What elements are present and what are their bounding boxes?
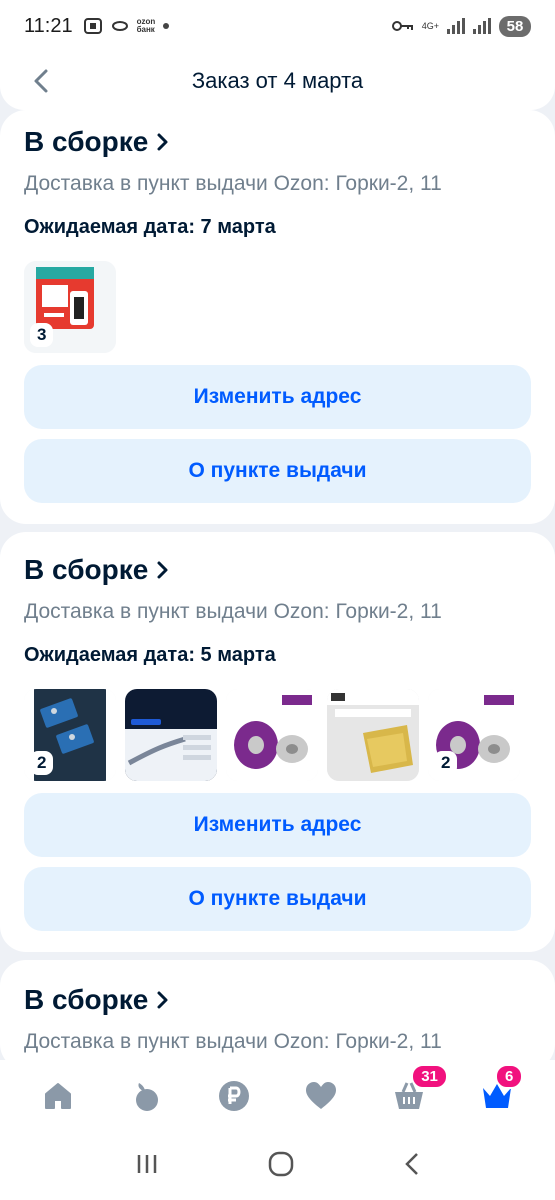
- ozon-bank-line2: банк: [136, 25, 155, 34]
- home-icon: [44, 1083, 71, 1109]
- pickup-point-info-button[interactable]: О пункте выдачи: [24, 439, 531, 503]
- item-quantity-badge: 2: [434, 751, 458, 775]
- network-type: 4G+: [421, 20, 439, 31]
- chevron-right-icon: [156, 560, 170, 580]
- shipment-status: В сборке: [24, 126, 149, 157]
- tab-favorites[interactable]: [297, 1072, 345, 1120]
- shipment-card: В сборке Доставка в пункт выдачи Ozon: Г…: [0, 960, 555, 1070]
- back-button[interactable]: [26, 66, 56, 96]
- delivery-address: Доставка в пункт выдачи Ozon: Горки-2, 1…: [24, 600, 442, 623]
- battery-indicator: 58: [499, 15, 531, 37]
- shipment-status-link[interactable]: В сборке: [24, 554, 531, 586]
- shipment-card: В сборке Доставка в пункт выдачи Ozon: Г…: [0, 532, 555, 952]
- tab-finance[interactable]: [210, 1072, 258, 1120]
- system-navigation: [0, 1132, 555, 1200]
- notification-dot-icon: [163, 23, 170, 29]
- fresh-icon: [135, 1083, 158, 1111]
- change-address-button[interactable]: Изменить адрес: [24, 793, 531, 857]
- chevron-right-icon: [156, 132, 170, 152]
- key-icon: [391, 21, 413, 31]
- item-thumbnail[interactable]: 2: [24, 689, 116, 781]
- tab-profile[interactable]: 6: [473, 1064, 524, 1120]
- home-system-button[interactable]: [268, 1151, 294, 1182]
- cable-image: [125, 689, 217, 781]
- solder-image: [226, 689, 318, 781]
- signal-icon-2: [473, 18, 491, 34]
- status-notification-icons: ozon банк: [83, 17, 170, 35]
- signal-icon: [447, 18, 465, 34]
- ruble-icon: [218, 1081, 249, 1111]
- status-time: 11:21: [24, 14, 73, 37]
- item-thumbnails: 2 2: [24, 689, 531, 781]
- brass-sheet-image: [327, 689, 419, 781]
- system-back-button[interactable]: [403, 1151, 421, 1182]
- recent-apps-button[interactable]: [135, 1152, 159, 1181]
- item-thumbnail[interactable]: [125, 689, 217, 781]
- page-header: Заказ от 4 марта: [0, 52, 555, 110]
- tab-cart[interactable]: 31: [385, 1064, 448, 1120]
- item-thumbnail[interactable]: 2: [428, 689, 520, 781]
- heart-icon: [306, 1082, 337, 1109]
- item-quantity-badge: 2: [30, 751, 54, 775]
- recent-apps-icon: [137, 1154, 156, 1173]
- screenshot-icon: [83, 18, 102, 34]
- ozon-logo-icon: [111, 21, 128, 31]
- page-title: Заказ от 4 марта: [191, 68, 364, 93]
- back-arrow-icon: [404, 1152, 418, 1175]
- delivery-address: Доставка в пункт выдачи Ozon: Горки-2, 1…: [24, 172, 442, 195]
- item-thumbnail[interactable]: [226, 689, 318, 781]
- shipment-status-link[interactable]: В сборке: [24, 984, 531, 1016]
- chevron-left-icon: [34, 69, 48, 93]
- bottom-navigation: 31 6: [0, 1060, 555, 1132]
- change-address-button[interactable]: Изменить адрес: [24, 365, 531, 429]
- chevron-right-icon: [156, 990, 170, 1010]
- shipment-card: В сборке Доставка в пункт выдачи Ozon: Г…: [0, 110, 555, 524]
- delivery-address: Доставка в пункт выдачи Ozon: Горки-2, 1…: [24, 1030, 442, 1053]
- item-quantity-badge: 3: [30, 323, 54, 347]
- ozon-bank-label: ozon банк: [137, 18, 156, 34]
- item-thumbnail[interactable]: 3: [24, 261, 116, 353]
- expected-date: Ожидаемая дата: 5 марта: [24, 644, 276, 666]
- cart-count-badge: 31: [411, 1064, 448, 1089]
- item-thumbnails: 3: [24, 261, 531, 353]
- home-circle-icon: [268, 1151, 293, 1176]
- shipment-status-link[interactable]: В сборке: [24, 126, 531, 158]
- pickup-point-info-button[interactable]: О пункте выдачи: [24, 867, 531, 931]
- shipment-status: В сборке: [24, 554, 149, 585]
- tab-fresh[interactable]: [122, 1072, 170, 1120]
- profile-count-badge: 6: [495, 1064, 524, 1089]
- expected-date: Ожидаемая дата: 7 марта: [24, 216, 276, 238]
- item-thumbnail[interactable]: [327, 689, 419, 781]
- status-bar: 11:21 ozon банк 4G+ 58: [0, 0, 555, 52]
- shipment-status: В сборке: [24, 984, 149, 1015]
- tab-home[interactable]: [34, 1072, 82, 1120]
